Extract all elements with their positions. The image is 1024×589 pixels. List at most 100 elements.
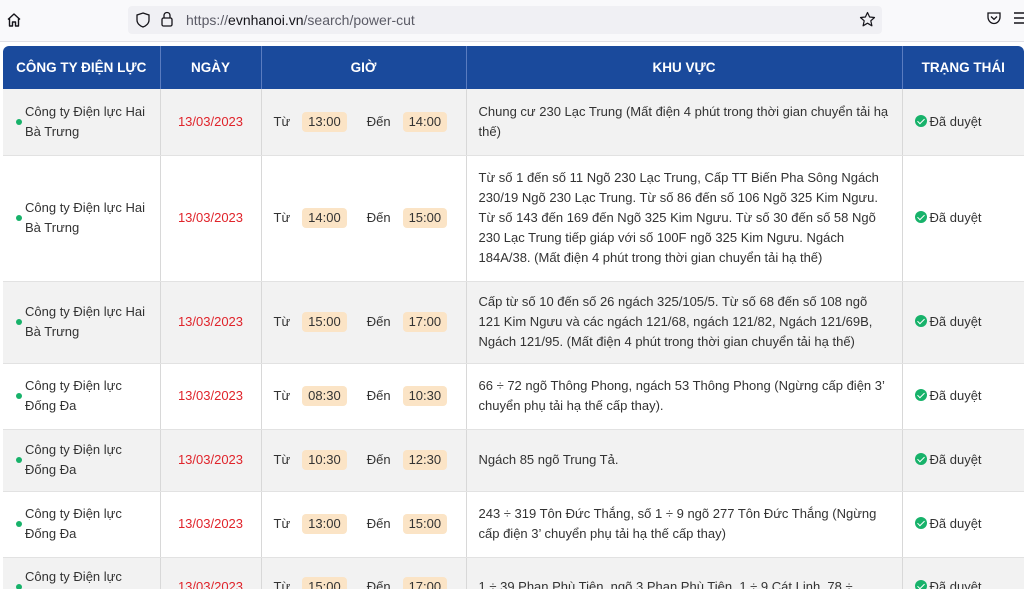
status-dot-icon xyxy=(16,584,22,589)
from-time: 10:30 xyxy=(302,450,347,470)
company-cell: Công ty Điện lực Hai Bà Trưng xyxy=(3,281,161,364)
company-cell: Công ty Điện lực Đống Đa xyxy=(3,491,161,558)
area-cell: 1 ÷ 39 Phan Phù Tiên, ngõ 3 Phan Phù Tiê… xyxy=(466,557,903,589)
status-text: Đã duyệt xyxy=(929,314,982,329)
from-label: Từ xyxy=(273,113,291,129)
company-name: Công ty Điện lực Đống Đa xyxy=(25,569,122,584)
from-label: Từ xyxy=(273,388,291,403)
to-label: Đến xyxy=(366,113,391,129)
status-dot-icon xyxy=(16,521,22,527)
shield-icon[interactable] xyxy=(136,12,150,33)
to-time: 15:00 xyxy=(402,208,448,228)
company-cell: Công ty Điện lực Hai Bà Trưng xyxy=(3,155,161,282)
table-row: Công ty Điện lực Đống Đa 13/03/2023 Từ 10:3… xyxy=(3,429,1024,492)
company-cell: Công ty Điện lực Đống Đa xyxy=(3,363,161,430)
time-cell: Từ 13:00 Đến 15:00 xyxy=(261,491,467,558)
company-name: Công ty Điện lực Đống Đa xyxy=(25,378,122,413)
to-label: Đến xyxy=(366,452,391,467)
date-cell: 13/03/2023 xyxy=(160,155,262,282)
status-text: Đã duyệt xyxy=(929,388,982,403)
to-time: 14:00 xyxy=(402,111,448,132)
table-row: Công ty Điện lực Đống Đa 13/03/2023 Từ 13:0… xyxy=(3,491,1024,558)
from-time: 13:00 xyxy=(302,514,347,534)
table-row: Công ty Điện lực Hai Bà Trưng 13/03/2023 T… xyxy=(3,155,1024,282)
date-cell: 13/03/2023 xyxy=(160,429,262,492)
time-cell: Từ 13:00 Đến 14:00 xyxy=(261,89,467,156)
from-label: Từ xyxy=(273,579,291,589)
status-dot-icon xyxy=(16,215,22,221)
header-time: GIỜ xyxy=(261,46,467,89)
url-scheme: https:// xyxy=(186,12,229,28)
check-circle-icon xyxy=(914,517,927,529)
company-name: Công ty Điện lực Hai Bà Trưng xyxy=(25,103,145,139)
company-name: Công ty Điện lực Đống Đa xyxy=(25,506,122,541)
status-cell: Đã duyệt xyxy=(902,281,1024,364)
table-row: Công ty Điện lực Đống Đa 13/03/2023 Từ 08:3… xyxy=(3,363,1024,430)
from-label: Từ xyxy=(273,210,291,225)
check-circle-icon xyxy=(914,211,927,223)
to-label: Đến xyxy=(366,516,391,531)
from-time: 08:30 xyxy=(302,386,347,406)
area-cell: Từ số 1 đến số 11 Ngõ 230 Lạc Trung, Cấp… xyxy=(466,155,903,282)
to-label: Đến xyxy=(366,210,391,225)
header-date: NGÀY xyxy=(160,46,262,89)
status-dot-icon xyxy=(16,118,22,125)
from-label: Từ xyxy=(273,516,291,531)
to-time: 17:00 xyxy=(402,312,448,332)
from-time: 15:00 xyxy=(302,312,347,332)
status-cell: Đã duyệt xyxy=(902,89,1024,156)
status-cell: Đã duyệt xyxy=(902,557,1024,589)
table-header-row: CÔNG TY ĐIỆN LỰC NGÀY GIỜ KHU VỰC TRẠNG … xyxy=(3,46,1024,89)
time-cell: Từ 08:30 Đến 10:30 xyxy=(261,363,467,430)
company-cell: Công ty Điện lực Đống Đa xyxy=(3,429,161,492)
url-text[interactable]: https://evnhanoi.vn/search/power-cut xyxy=(186,12,415,28)
company-name: Công ty Điện lực Hai Bà Trưng xyxy=(25,200,145,235)
status-cell: Đã duyệt xyxy=(902,491,1024,558)
status-cell: Đã duyệt xyxy=(902,429,1024,492)
area-cell: Chung cư 230 Lạc Trung (Mất điện 4 phút … xyxy=(466,89,903,156)
from-time: 15:00 xyxy=(302,577,347,589)
status-cell: Đã duyệt xyxy=(902,155,1024,282)
company-cell: Công ty Điện lực Hai Bà Trưng xyxy=(3,89,161,156)
time-cell: Từ 10:30 Đến 12:30 xyxy=(261,429,467,492)
lock-icon[interactable] xyxy=(161,11,173,32)
to-time: 10:30 xyxy=(402,386,448,406)
star-icon[interactable] xyxy=(859,11,876,33)
check-circle-icon xyxy=(914,315,927,327)
header-area: KHU VỰC xyxy=(466,46,903,89)
from-time: 13:00 xyxy=(302,111,347,132)
to-time: 17:00 xyxy=(402,577,448,589)
status-dot-icon xyxy=(16,393,22,399)
table-row: Công ty Điện lực Đống Đa 13/03/2023 Từ 15:0… xyxy=(3,557,1024,589)
pocket-icon[interactable] xyxy=(986,10,1002,31)
table-row: Công ty Điện lực Hai Bà Trưng 13/03/2023 T… xyxy=(3,89,1024,156)
check-circle-icon xyxy=(914,453,927,465)
menu-icon[interactable] xyxy=(1014,10,1024,31)
status-cell: Đã duyệt xyxy=(902,363,1024,430)
area-cell: Cấp từ số 10 đến số 26 ngách 325/105/5. … xyxy=(466,281,903,364)
company-name: Công ty Điện lực Đống Đa xyxy=(25,442,122,477)
time-cell: Từ 15:00 Đến 17:00 xyxy=(261,281,467,364)
power-cut-table: CÔNG TY ĐIỆN LỰC NGÀY GIỜ KHU VỰC TRẠNG … xyxy=(3,46,1024,589)
status-text: Đã duyệt xyxy=(929,452,982,467)
check-circle-icon xyxy=(914,389,927,401)
home-icon[interactable] xyxy=(3,9,25,31)
status-text: Đã duyệt xyxy=(929,210,982,225)
from-label: Từ xyxy=(273,314,291,329)
to-time: 12:30 xyxy=(402,450,448,470)
date-cell: 13/03/2023 xyxy=(160,491,262,558)
company-cell: Công ty Điện lực Đống Đa xyxy=(3,557,161,589)
status-dot-icon xyxy=(16,319,22,325)
area-cell: Ngách 85 ngõ Trung Tả. xyxy=(466,429,903,492)
time-cell: Từ 14:00 Đến 15:00 xyxy=(261,155,467,282)
area-cell: 66 ÷ 72 ngõ Thông Phong, ngách 53 Thông … xyxy=(466,363,903,430)
to-label: Đến xyxy=(366,579,391,589)
address-bar[interactable]: https://evnhanoi.vn/search/power-cut xyxy=(128,6,882,34)
browser-toolbar: https://evnhanoi.vn/search/power-cut xyxy=(0,0,1024,42)
date-cell: 13/03/2023 xyxy=(160,89,262,156)
to-label: Đến xyxy=(366,388,391,403)
area-cell: 243 ÷ 319 Tôn Đức Thắng, số 1 ÷ 9 ngõ 27… xyxy=(466,491,903,558)
from-time: 14:00 xyxy=(302,208,347,228)
check-circle-icon xyxy=(914,114,927,127)
from-label: Từ xyxy=(273,452,291,467)
